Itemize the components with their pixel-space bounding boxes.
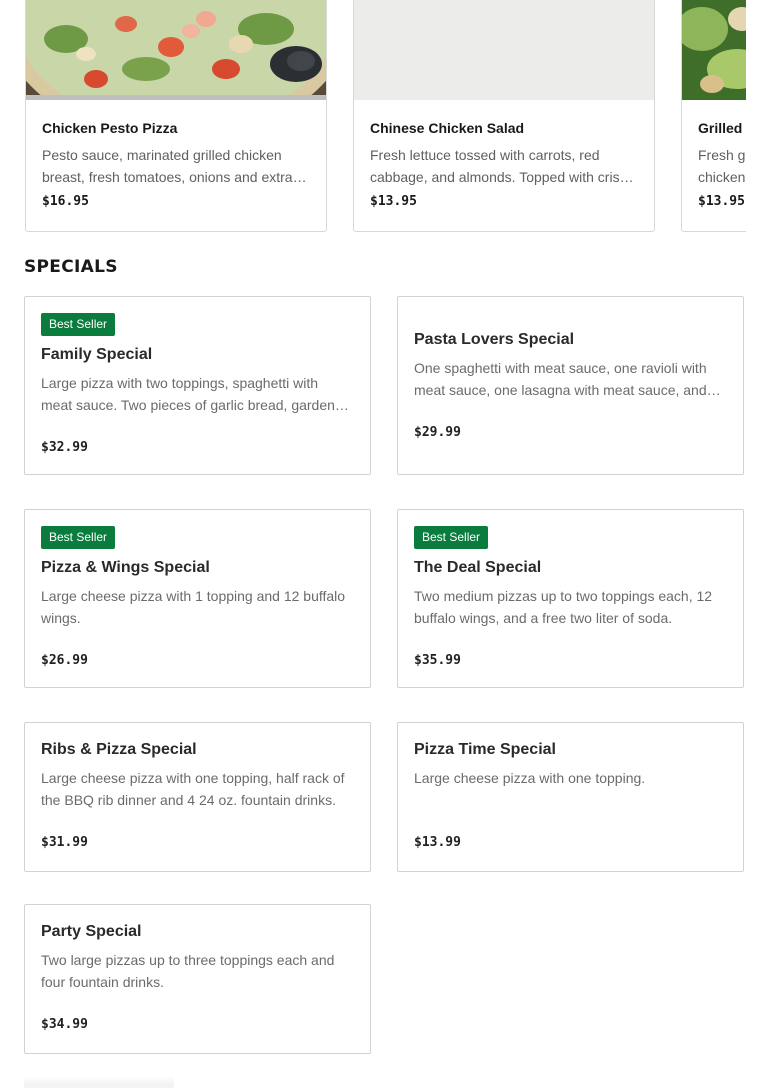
specials-heading: SPECIALS xyxy=(24,257,118,277)
special-description: Large cheese pizza with one topping. xyxy=(414,770,646,786)
featured-item-card[interactable]: Chicken Pesto Pizza Pesto sauce, marinat… xyxy=(25,0,327,232)
special-card[interactable]: Pizza Time Special Large cheese pizza wi… xyxy=(397,722,744,872)
image-placeholder xyxy=(354,0,654,100)
special-card[interactable]: Best Seller The Deal Special Two medium … xyxy=(397,509,744,688)
special-card[interactable]: Party Special Two large pizzas up to thr… xyxy=(24,904,371,1054)
special-description: Two large pizzas up to three toppings ea… xyxy=(41,952,335,990)
special-price: $34.99 xyxy=(41,1017,88,1032)
special-card[interactable]: Best Seller Pizza & Wings Special Large … xyxy=(24,509,371,688)
featured-item-card[interactable]: Chinese Chicken Salad Fresh lettuce toss… xyxy=(353,0,655,232)
special-price: $29.99 xyxy=(414,425,461,440)
special-description: Two medium pizzas up to two toppings eac… xyxy=(414,588,713,626)
item-description: Fresh lettuce tossed with carrots, red c… xyxy=(370,147,635,185)
special-name: Pizza Time Special xyxy=(414,741,556,758)
special-price: $13.99 xyxy=(414,835,461,850)
special-description: Large pizza with two toppings, spaghetti… xyxy=(41,375,335,413)
chicken-pesto-pizza-photo xyxy=(26,0,326,100)
best-seller-badge: Best Seller xyxy=(41,313,116,336)
item-price: $16.95 xyxy=(42,194,89,209)
featured-items-carousel: Chicken Pesto Pizza Pesto sauce, marinat… xyxy=(0,0,746,232)
special-description: One spaghetti with meat sauce, one ravio… xyxy=(414,360,707,398)
special-name: Pasta Lovers Special xyxy=(414,331,575,348)
item-price: $13.95 xyxy=(370,194,417,209)
next-section-heading-cutoff xyxy=(24,1076,174,1088)
item-name: Chicken Pesto Pizza xyxy=(42,120,178,136)
special-description: Large cheese pizza with one topping, hal… xyxy=(41,770,345,808)
special-price: $26.99 xyxy=(41,653,88,668)
best-seller-badge: Best Seller xyxy=(41,526,116,549)
special-name: Party Special xyxy=(41,923,142,940)
item-price: $13.95 xyxy=(698,194,745,209)
special-card[interactable]: Pasta Lovers Special One spaghetti with … xyxy=(397,296,744,475)
special-name: Ribs & Pizza Special xyxy=(41,741,197,758)
special-price: $32.99 xyxy=(41,440,88,455)
grilled-chicken-salad-photo xyxy=(682,0,746,100)
special-card[interactable]: Ribs & Pizza Special Large cheese pizza … xyxy=(24,722,371,872)
special-price: $35.99 xyxy=(414,653,461,668)
featured-item-card[interactable]: Grilled Chicken Salad Fresh garden salad… xyxy=(681,0,746,232)
item-name: Grilled Chicken Salad xyxy=(698,120,746,136)
special-description: Large cheese pizza with 1 topping and 12… xyxy=(41,588,346,626)
best-seller-badge: Best Seller xyxy=(414,526,489,549)
special-name: Pizza & Wings Special xyxy=(41,559,210,576)
special-price: $31.99 xyxy=(41,835,88,850)
item-name: Chinese Chicken Salad xyxy=(370,120,525,136)
item-description: Pesto sauce, marinated grilled chicken b… xyxy=(42,147,293,185)
special-name: Family Special xyxy=(41,346,153,363)
special-name: The Deal Special xyxy=(414,559,542,576)
special-card[interactable]: Best Seller Family Special Large pizza w… xyxy=(24,296,371,475)
item-description: Fresh garden salad topped with grilled c… xyxy=(698,147,746,185)
